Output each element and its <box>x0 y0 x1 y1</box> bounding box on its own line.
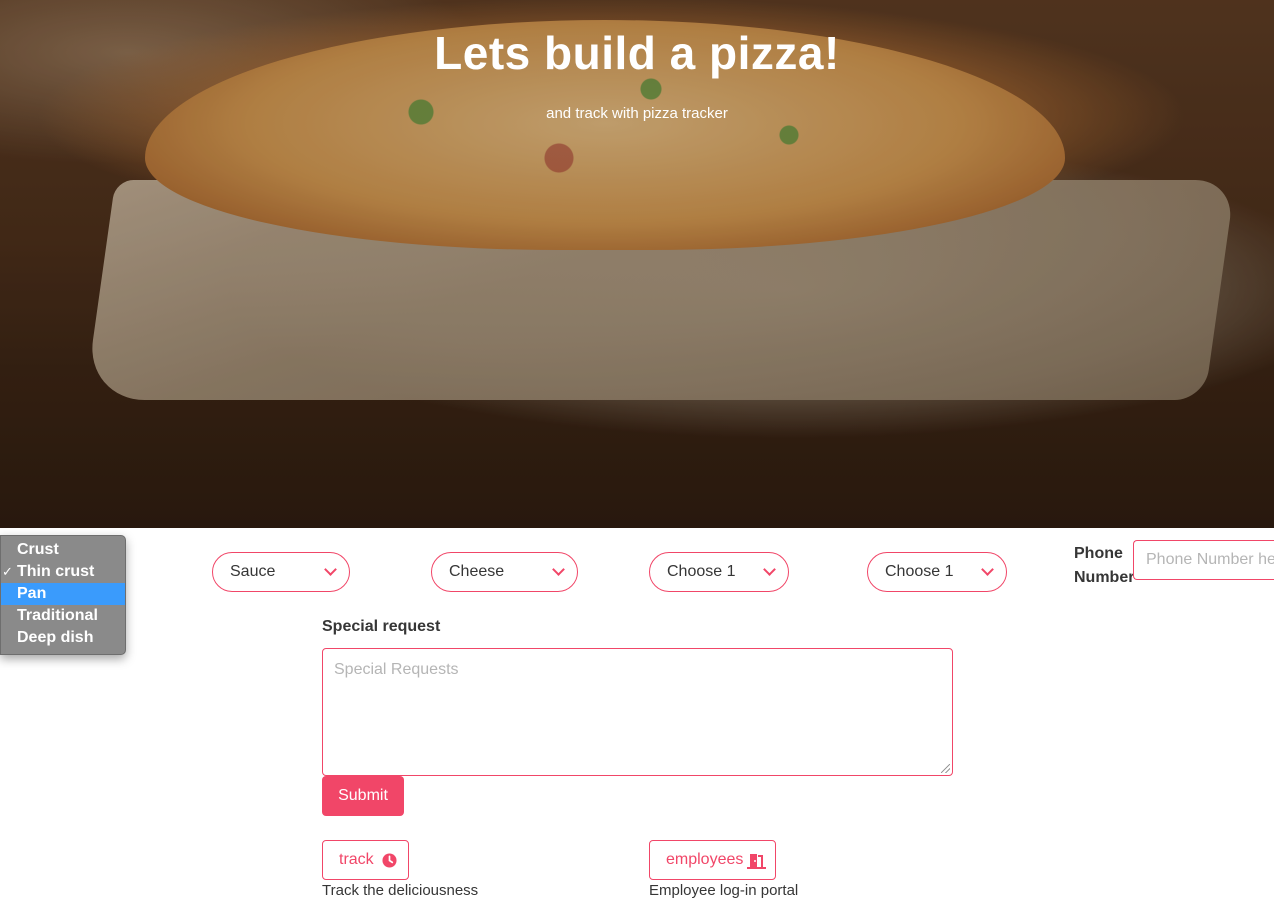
checkmark-icon: ✓ <box>2 564 13 579</box>
track-caption: Track the deliciousness <box>322 882 479 898</box>
dropdown-option-crust[interactable]: Crust <box>1 539 125 561</box>
clock-icon <box>382 853 397 873</box>
hero-banner: Lets build a pizza! and track with pizza… <box>0 0 1274 528</box>
dropdown-option-deep-dish[interactable]: Deep dish <box>1 627 125 649</box>
dropdown-option-thin-crust[interactable]: ✓ Thin crust <box>1 561 125 583</box>
track-button[interactable]: track <box>322 840 409 880</box>
hero-subtitle: and track with pizza tracker <box>546 105 728 122</box>
door-open-icon <box>747 853 766 874</box>
employees-button-label: employees <box>666 851 744 868</box>
chevron-down-icon <box>763 563 776 576</box>
special-request-label: Special request <box>322 618 441 635</box>
dropdown-option-traditional[interactable]: Traditional <box>1 605 125 627</box>
chevron-down-icon <box>552 563 565 576</box>
phone-input[interactable] <box>1133 540 1274 580</box>
topping-select-1[interactable]: Choose 1 <box>649 552 789 592</box>
cheese-select[interactable]: Cheese <box>431 552 578 592</box>
topping-select-2-value: Choose 1 <box>885 563 954 580</box>
chevron-down-icon <box>324 563 337 576</box>
track-button-label: track <box>339 851 374 868</box>
hero-title: Lets build a pizza! <box>434 27 840 79</box>
chevron-down-icon <box>981 563 994 576</box>
resize-grip-icon[interactable] <box>941 764 950 773</box>
dropdown-option-pan[interactable]: Pan <box>1 583 125 605</box>
sauce-select[interactable]: Sauce <box>212 552 350 592</box>
crust-dropdown-menu[interactable]: Crust ✓ Thin crust Pan Traditional Deep … <box>0 535 126 655</box>
employees-button[interactable]: employees <box>649 840 776 880</box>
cheese-select-value: Cheese <box>449 563 505 580</box>
special-request-textarea[interactable] <box>322 648 953 776</box>
submit-button[interactable]: Submit <box>322 776 404 816</box>
sauce-select-value: Sauce <box>230 563 276 580</box>
employees-caption: Employee log-in portal <box>649 882 799 898</box>
topping-select-1-value: Choose 1 <box>667 563 736 580</box>
topping-select-2[interactable]: Choose 1 <box>867 552 1007 592</box>
